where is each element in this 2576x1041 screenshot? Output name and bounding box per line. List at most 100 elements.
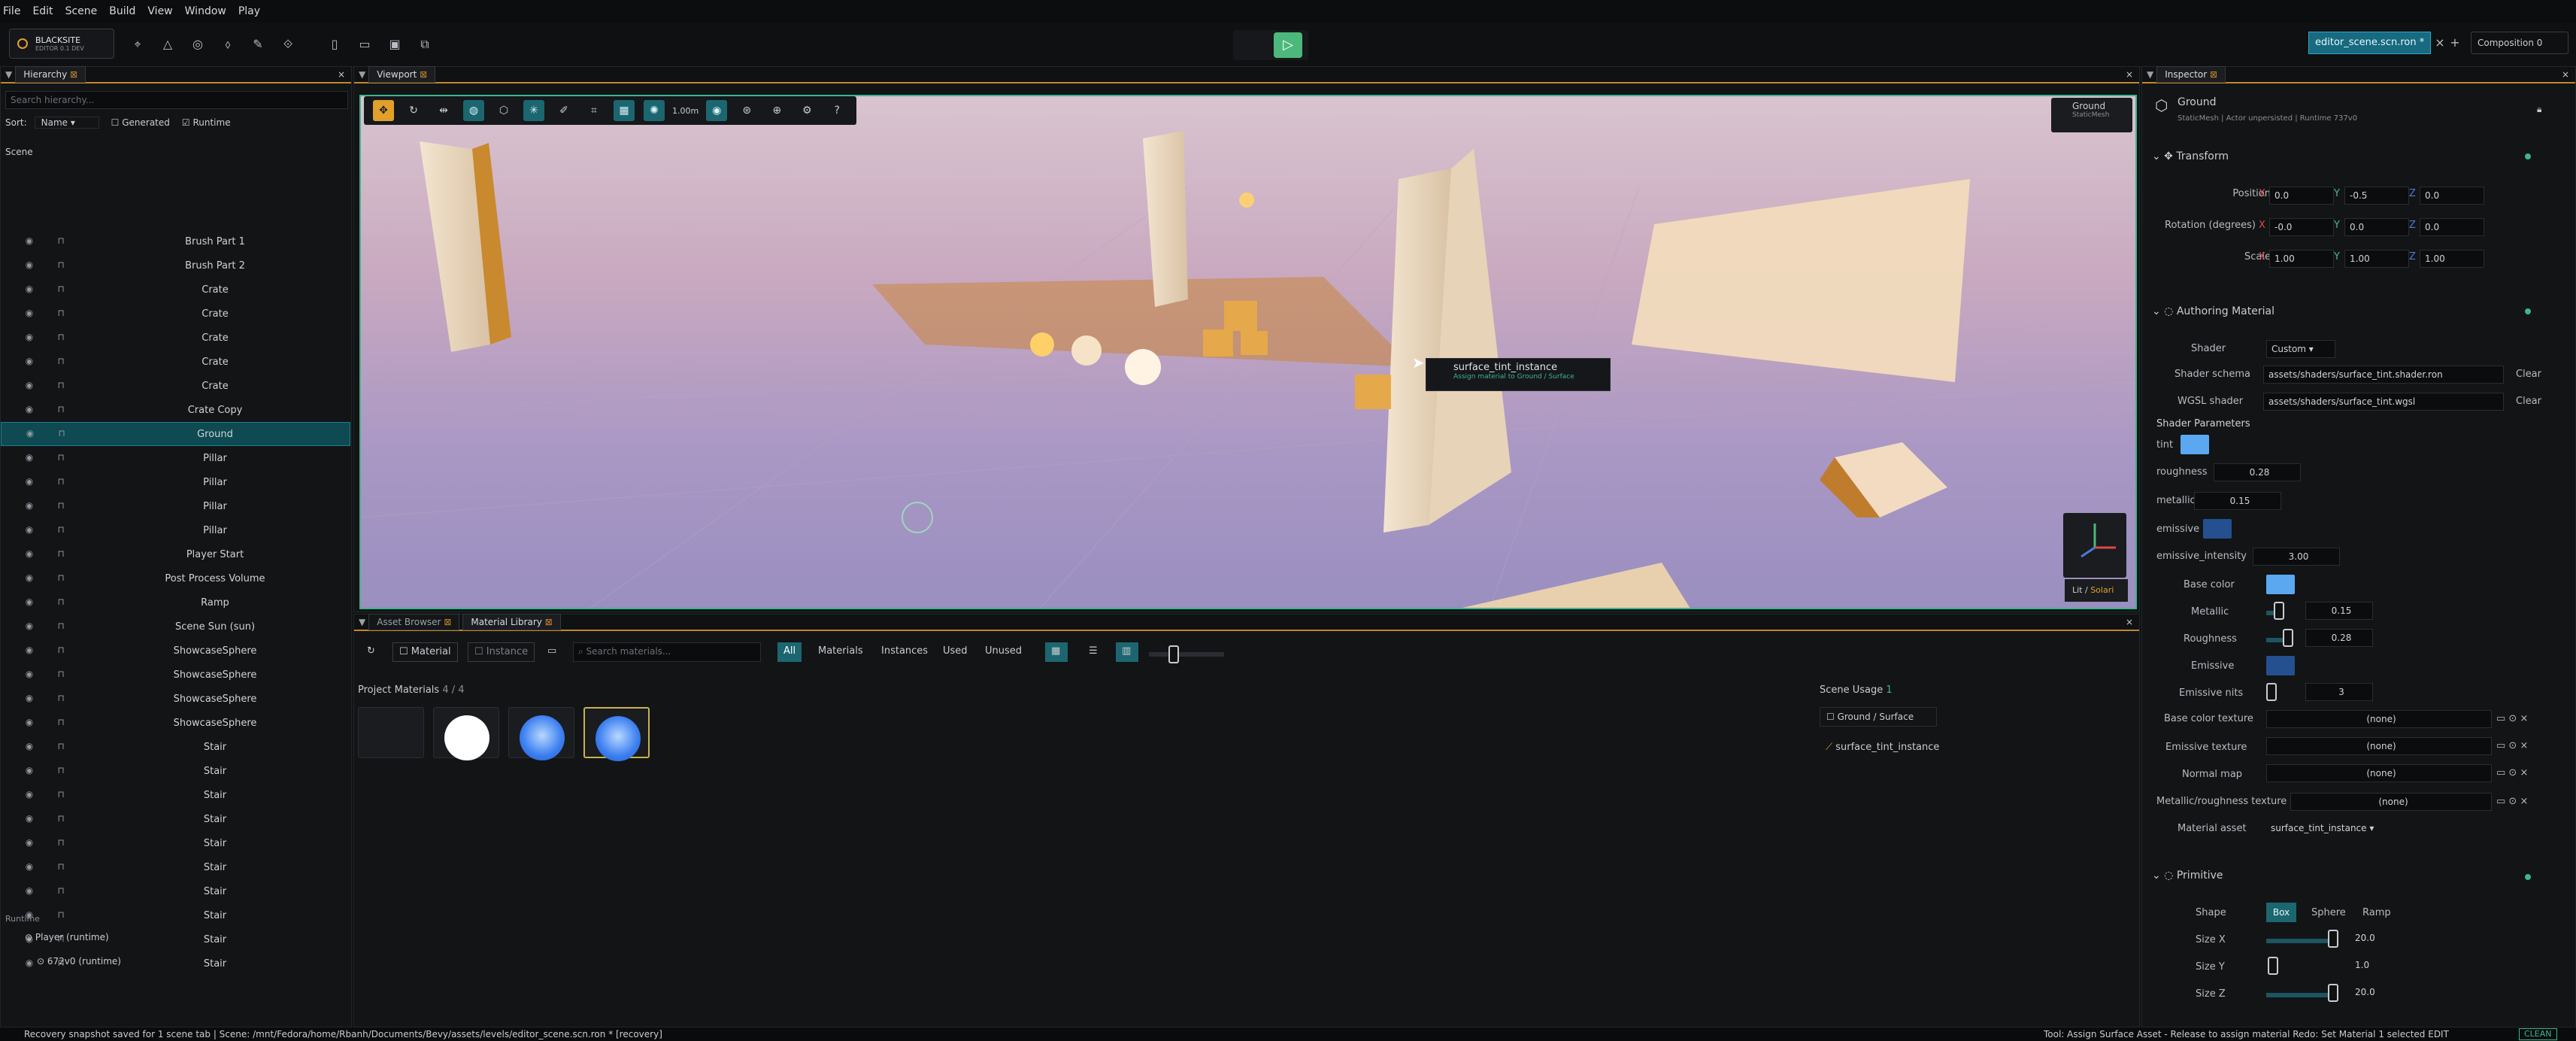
scale-y[interactable]: 1.00 xyxy=(2344,250,2409,268)
tab-hierarchy[interactable]: Hierarchy ⊠ xyxy=(15,66,86,83)
brush-icon[interactable]: ✎ xyxy=(248,35,268,54)
visibility-eye-icon[interactable]: ◉ xyxy=(23,596,35,609)
refresh-icon[interactable]: ↻ xyxy=(361,642,381,662)
size-x-knob[interactable] xyxy=(2328,930,2338,948)
size-x-field[interactable]: 20.0 xyxy=(2350,930,2418,948)
material-search-input[interactable]: ⌕ Search materials... xyxy=(573,642,761,662)
lock-icon[interactable]: ⊓ xyxy=(55,909,67,921)
hierarchy-item[interactable]: ◉ ⊓ Post Process Volume xyxy=(1,566,350,590)
hierarchy-search-input[interactable]: Search hierarchy... xyxy=(5,91,348,109)
visibility-eye-icon[interactable]: ◉ xyxy=(23,789,35,801)
list-view-icon[interactable]: ☰ xyxy=(1083,642,1104,662)
filter-all[interactable]: All xyxy=(777,642,802,662)
visibility-eye-icon[interactable]: ◉ xyxy=(23,958,35,970)
viewport-3d-scene[interactable] xyxy=(359,95,2137,609)
folder-icon[interactable]: ▭ ⊙ × xyxy=(2496,767,2528,778)
emissive-swatch[interactable] xyxy=(2203,519,2232,539)
scene-file-tab[interactable]: editor_scene.scn.ron * xyxy=(2308,32,2432,54)
add-tab-icon[interactable]: + xyxy=(2445,33,2465,53)
hierarchy-item[interactable]: ◉ ⊓ Ramp xyxy=(1,590,350,615)
hierarchy-item[interactable]: ◉ ⊓ Crate xyxy=(1,302,350,326)
close-panel-icon[interactable]: × xyxy=(2562,69,2569,80)
size-z-slider[interactable] xyxy=(2266,993,2335,997)
lock-icon[interactable]: ⊓ xyxy=(55,669,67,681)
axis-gizmo[interactable] xyxy=(2063,513,2126,578)
paint-icon[interactable]: ✐ xyxy=(553,100,574,121)
runtime-item[interactable]: ⊙ Player (runtime) xyxy=(25,932,109,942)
play-button[interactable]: ▷ xyxy=(1274,32,1302,58)
lock-icon[interactable]: ⊓ xyxy=(55,500,67,512)
close-icon[interactable]: ⊠ xyxy=(2210,69,2217,80)
hierarchy-item[interactable]: ◉ ⊓ Scene Sun (sun) xyxy=(1,615,350,639)
local-space-icon[interactable]: ⬡ xyxy=(493,100,514,121)
collapse-icon[interactable]: ▼ xyxy=(2147,69,2153,80)
save-icon[interactable]: ▣ xyxy=(385,35,405,54)
lock-icon[interactable]: ⊓ xyxy=(55,765,67,777)
grid-view-icon[interactable]: ▦ xyxy=(1045,642,1068,662)
runtime-item[interactable]: ⊙ 672v0 (runtime) xyxy=(37,956,121,967)
position-z[interactable]: 0.0 xyxy=(2420,187,2484,205)
visibility-eye-icon[interactable]: ◉ xyxy=(23,524,35,536)
metallic-field[interactable]: 0.15 xyxy=(2305,602,2373,620)
visibility-eye-icon[interactable]: ◉ xyxy=(23,548,35,560)
menu-scene[interactable]: Scene xyxy=(65,5,98,17)
hierarchy-item[interactable]: ◉ ⊓ Stair xyxy=(1,855,350,879)
close-icon[interactable]: ⊠ xyxy=(420,69,427,80)
hierarchy-item[interactable]: ◉ ⊓ Pillar xyxy=(1,518,350,542)
close-panel-icon[interactable]: × xyxy=(338,69,345,80)
terrain-icon[interactable]: △ xyxy=(158,35,177,54)
hierarchy-item[interactable]: ◉ ⊓ Pillar xyxy=(1,494,350,518)
scale-x[interactable]: 1.00 xyxy=(2269,250,2334,268)
menu-build[interactable]: Build xyxy=(109,5,135,17)
lock-icon[interactable]: ⊓ xyxy=(55,404,67,416)
close-panel-icon[interactable]: × xyxy=(2126,69,2133,80)
translate-icon[interactable]: ✥ xyxy=(373,100,394,121)
big-crate[interactable] xyxy=(1632,179,1970,382)
help-icon[interactable]: ? xyxy=(826,100,847,121)
open-folder-icon[interactable]: ▭ xyxy=(355,35,374,54)
lock-icon[interactable]: ⊓ xyxy=(55,235,67,247)
tint-swatch[interactable] xyxy=(2181,435,2209,454)
shape-sphere[interactable]: Sphere xyxy=(2311,907,2346,918)
hierarchy-item[interactable]: ◉ ⊓ ShowcaseSphere xyxy=(1,639,350,663)
runtime-checkbox[interactable]: ☑ Runtime xyxy=(182,117,231,128)
visibility-eye-icon[interactable]: ◉ xyxy=(23,813,35,825)
visibility-eye-icon[interactable]: ◉ xyxy=(23,693,35,705)
shader-dropdown[interactable]: Custom ▾ xyxy=(2266,340,2335,358)
collapse-icon[interactable]: ▼ xyxy=(359,69,365,80)
collapse-icon[interactable]: ▼ xyxy=(5,69,12,80)
position-y[interactable]: -0.5 xyxy=(2344,187,2409,205)
visibility-eye-icon[interactable]: ◉ xyxy=(23,380,35,392)
orbit-icon[interactable]: ✺ xyxy=(644,100,665,121)
lock-icon[interactable]: ⊓ xyxy=(55,741,67,753)
size-x-slider[interactable] xyxy=(2266,939,2335,943)
thumbnail-size-icon[interactable]: ▥ xyxy=(1116,642,1138,662)
visibility-eye-icon[interactable]: ◉ xyxy=(23,861,35,873)
filter-instances[interactable]: Instances xyxy=(875,642,934,662)
globe-icon[interactable]: ◎ xyxy=(188,35,208,54)
visibility-eye-icon[interactable]: ◉ xyxy=(23,235,35,247)
base-color-swatch[interactable] xyxy=(2266,575,2295,594)
new-file-icon[interactable]: ▯ xyxy=(325,35,344,54)
folder-icon[interactable]: ▭ ⊙ × xyxy=(2496,796,2528,807)
base-texture-field[interactable]: (none) xyxy=(2266,710,2492,728)
new-material-button[interactable]: ☐ Material xyxy=(392,642,458,662)
visibility-eye-icon[interactable]: ◉ xyxy=(23,669,35,681)
visibility-icon[interactable]: ◉ xyxy=(706,100,728,121)
hierarchy-item[interactable]: ◉ ⊓ ShowcaseSphere xyxy=(1,711,350,735)
lock-icon[interactable]: ⊓ xyxy=(55,596,67,609)
metallic-param[interactable]: 0.15 xyxy=(2194,492,2281,510)
hierarchy-item[interactable]: ◉ ⊓ Pillar xyxy=(1,470,350,494)
snap-icon[interactable]: ✳ xyxy=(523,100,544,121)
visibility-eye-icon[interactable]: ◉ xyxy=(23,308,35,320)
sun-gizmo[interactable] xyxy=(1239,193,1254,208)
material-thumb-selected[interactable] xyxy=(583,707,650,761)
composition-button[interactable]: Composition 0 xyxy=(2471,32,2568,54)
mr-texture-field[interactable]: (none) xyxy=(2290,793,2492,811)
player-start-gizmo[interactable] xyxy=(902,502,933,533)
size-z-field[interactable]: 20.0 xyxy=(2350,984,2418,1002)
visibility-eye-icon[interactable]: ◉ xyxy=(23,284,35,296)
filter-unused[interactable]: Unused xyxy=(979,642,1028,662)
gamepad-icon[interactable]: ⊛ xyxy=(736,100,757,121)
folder-icon[interactable]: ▭ xyxy=(541,642,562,662)
